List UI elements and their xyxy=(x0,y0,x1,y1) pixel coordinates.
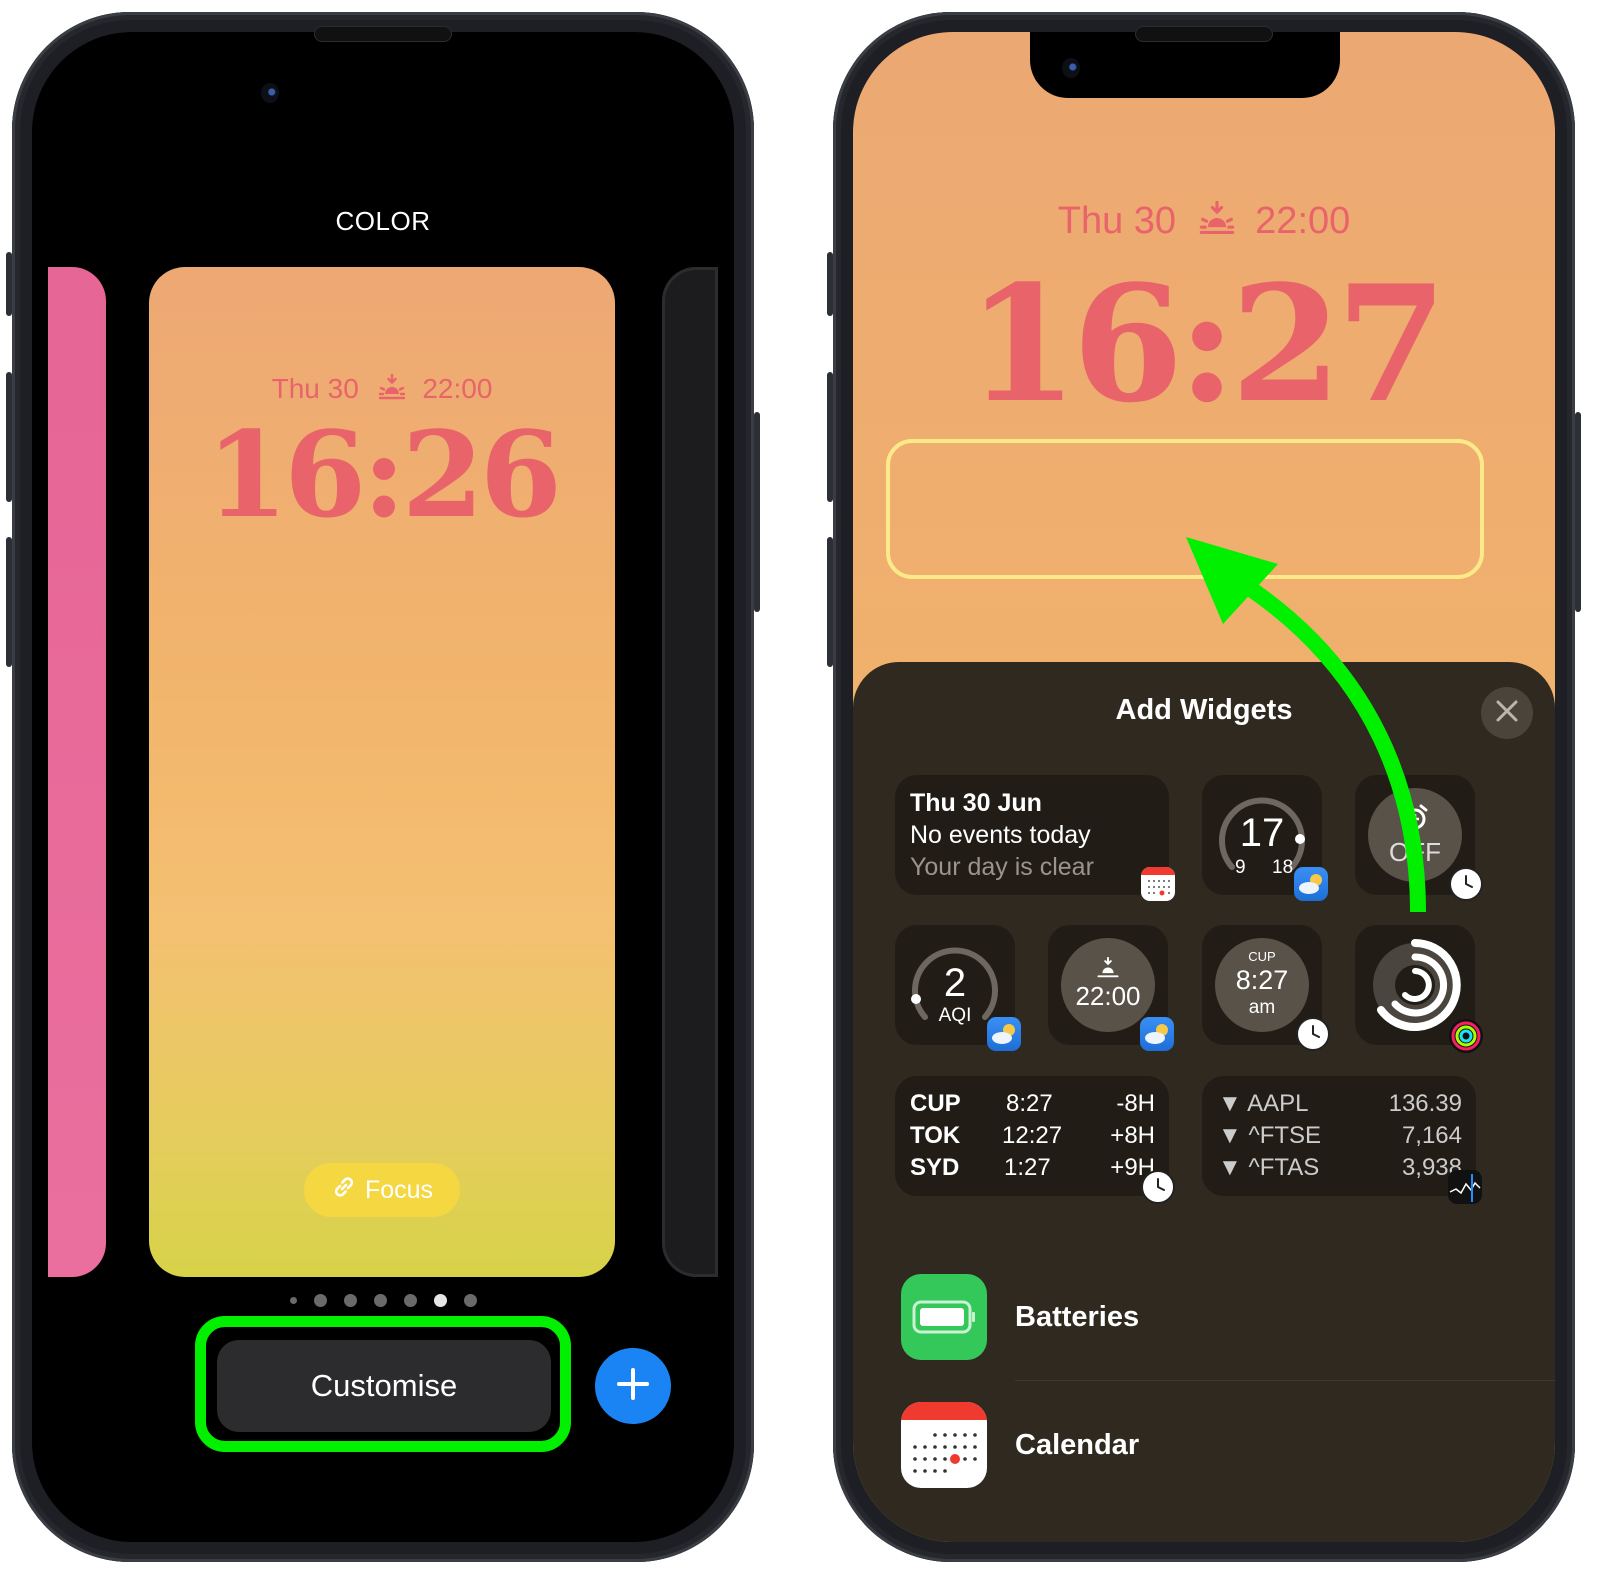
page-indicator[interactable] xyxy=(32,1294,734,1307)
front-camera xyxy=(261,83,279,103)
side-button xyxy=(754,412,760,612)
wallpaper-card-previous[interactable] xyxy=(48,267,106,1277)
page-dot[interactable] xyxy=(373,1294,387,1307)
focus-label: Focus xyxy=(364,1175,434,1204)
left-screen: COLOR Thu 30 22:00 16:26 Focus Customise xyxy=(32,32,734,1542)
link-icon xyxy=(331,1174,357,1207)
focus-button[interactable]: Focus xyxy=(304,1163,460,1217)
right-phone: Thu 30 22:00 16:27 Add Widgets Thu 30 Ju… xyxy=(827,12,1581,1562)
sunset-icon xyxy=(377,373,407,407)
lock-time: 16:26 xyxy=(206,405,562,544)
left-phone: COLOR Thu 30 22:00 16:26 Focus Customise xyxy=(6,12,760,1562)
side-button xyxy=(1575,412,1581,612)
add-wallpaper-button[interactable] xyxy=(595,1348,671,1424)
lock-sunset-time: 22:00 xyxy=(422,373,493,404)
volume-up-button xyxy=(6,372,12,502)
wallpaper-mode-title: COLOR xyxy=(335,206,431,236)
page-dot[interactable] xyxy=(343,1294,357,1307)
lock-date: Thu 30 xyxy=(271,373,359,404)
page-dot[interactable] xyxy=(463,1294,477,1307)
volume-up-button xyxy=(827,372,833,502)
customise-button[interactable]: Customise xyxy=(217,1340,551,1432)
page-dot[interactable] xyxy=(313,1294,327,1307)
wallpaper-card-current[interactable]: Thu 30 22:00 16:26 Focus xyxy=(149,267,615,1277)
wallpaper-card-next[interactable] xyxy=(662,267,718,1277)
volume-down-button xyxy=(6,537,12,667)
action-button xyxy=(6,252,12,316)
front-camera xyxy=(1062,58,1080,78)
earpiece-speaker xyxy=(1135,26,1273,42)
page-dot-active[interactable] xyxy=(433,1294,447,1307)
page-dot[interactable] xyxy=(403,1294,417,1307)
lock-date-row: Thu 30 22:00 xyxy=(149,373,615,407)
volume-down-button xyxy=(827,537,833,667)
arrow-head xyxy=(1186,537,1278,624)
annotation-arrow xyxy=(1186,537,1426,913)
right-screen: Thu 30 22:00 16:27 Add Widgets Thu 30 Ju… xyxy=(853,32,1555,1542)
page-dot[interactable] xyxy=(289,1297,297,1304)
plus-icon xyxy=(615,1366,651,1407)
earpiece-speaker xyxy=(314,26,452,42)
action-button xyxy=(827,252,833,316)
